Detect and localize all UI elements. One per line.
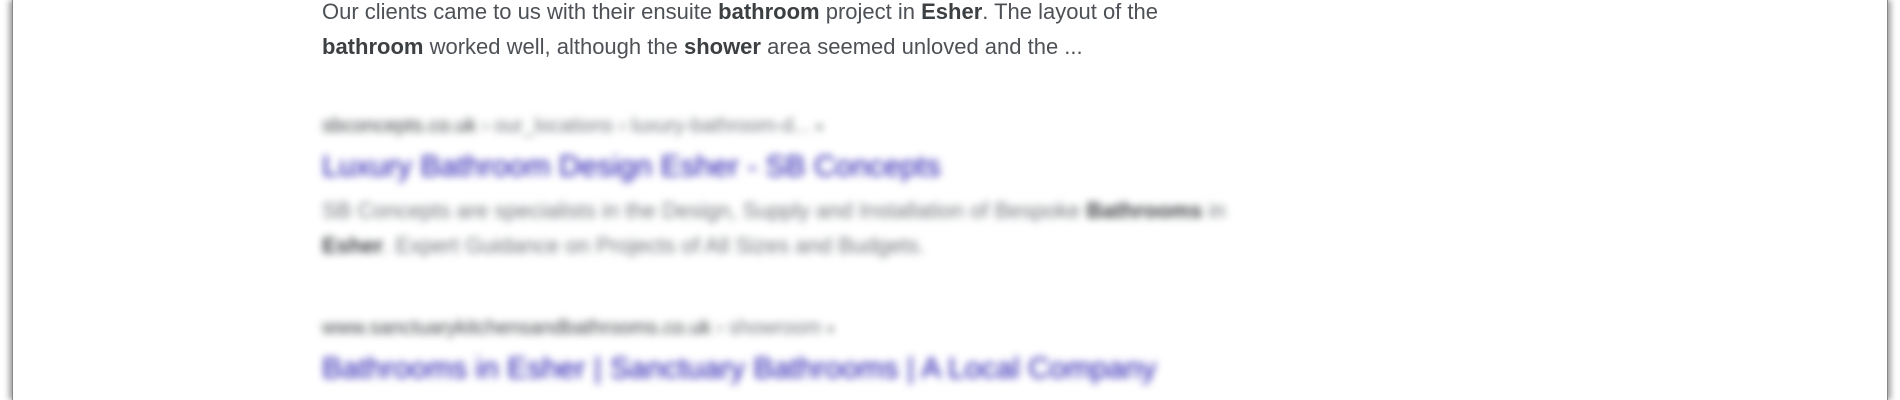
result-domain: sbconcepts.co.uk — [322, 115, 477, 137]
snippet-keyword: Bathrooms — [1086, 198, 1203, 223]
snippet-text: in — [1202, 198, 1226, 223]
result-snippet: Our clients came to us with their ensuit… — [322, 0, 1282, 64]
snippet-text: worked well, although the — [423, 34, 684, 59]
snippet-text: SB Concepts are specialists in the Desig… — [322, 198, 1087, 223]
snippet-text: . Expert Guidance on Projects of All Siz… — [383, 233, 925, 258]
page-frame: Our clients came to us with their ensuit… — [12, 0, 1888, 400]
result-path: › our_locations › luxury-bathroom-d... — [476, 115, 810, 137]
result-url-breadcrumb[interactable]: sbconcepts.co.uk › our_locations › luxur… — [322, 112, 1322, 141]
snippet-text: area seemed unloved and the ... — [760, 34, 1083, 59]
result-url-breadcrumb[interactable]: www.sanctuarykitchensandbathrooms.co.uk … — [322, 314, 1322, 343]
result-path: › showroom — [711, 317, 822, 339]
search-result: sbconcepts.co.uk › our_locations › luxur… — [322, 112, 1322, 263]
snippet-text: Our clients came to us with their ensuit… — [322, 0, 719, 24]
snippet-keyword: bathroom — [718, 0, 820, 24]
chevron-down-icon[interactable]: ▾ — [816, 119, 823, 135]
search-result: www.sanctuarykitchensandbathrooms.co.uk … — [322, 314, 1322, 389]
result-snippet: SB Concepts are specialists in the Desig… — [322, 193, 1322, 263]
snippet-text: . The layout of the — [982, 0, 1158, 24]
result-domain: www.sanctuarykitchensandbathrooms.co.uk — [322, 317, 712, 339]
snippet-keyword: bathroom — [322, 34, 424, 59]
snippet-keyword: shower — [683, 34, 761, 59]
chevron-down-icon[interactable]: ▾ — [827, 321, 834, 337]
result-title-link[interactable]: Bathrooms in Esher | Sanctuary Bathrooms… — [322, 349, 1322, 389]
snippet-keyword: Esher — [322, 233, 384, 258]
snippet-text: project in — [819, 0, 922, 24]
result-title-link[interactable]: Luxury Bathroom Design Esher - SB Concep… — [322, 147, 1322, 187]
snippet-keyword: Esher — [921, 0, 983, 24]
